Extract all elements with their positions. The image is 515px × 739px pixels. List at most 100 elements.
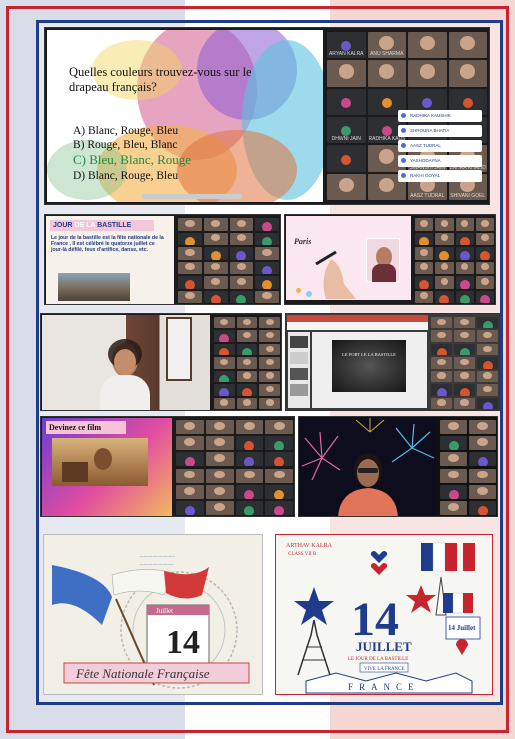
participant-tile[interactable] xyxy=(178,290,202,303)
participant-tile[interactable] xyxy=(455,247,474,260)
participant-tile[interactable] xyxy=(255,290,279,303)
participant-tile[interactable] xyxy=(265,468,293,483)
participant-tile[interactable] xyxy=(178,218,202,231)
participant-tile[interactable] xyxy=(176,452,204,467)
participant-tile[interactable] xyxy=(415,276,434,289)
participant-tile[interactable] xyxy=(205,436,234,451)
participant-tile[interactable]: ARYAN KALRA xyxy=(327,32,366,59)
participant-tile[interactable] xyxy=(454,317,475,329)
participant-item[interactable]: RAKHI GOYAL xyxy=(398,170,482,182)
participant-tile[interactable] xyxy=(477,370,498,383)
participant-tile[interactable] xyxy=(203,247,228,260)
participant-tile[interactable] xyxy=(203,218,228,231)
participant-tile[interactable] xyxy=(415,218,434,231)
participant-tile[interactable] xyxy=(265,420,293,435)
participant-tile[interactable] xyxy=(454,384,475,396)
participant-tile[interactable] xyxy=(475,290,494,303)
participant-tile[interactable] xyxy=(265,436,293,451)
participant-tile[interactable] xyxy=(455,261,474,274)
participant-tile[interactable] xyxy=(205,500,234,515)
participant-tile[interactable]: ANU SHARMA xyxy=(367,32,406,59)
participant-tile[interactable] xyxy=(448,32,487,59)
participant-tile[interactable] xyxy=(205,452,234,467)
participant-tile[interactable] xyxy=(477,317,498,329)
participant-tile[interactable] xyxy=(469,500,496,515)
participant-tile[interactable] xyxy=(214,357,235,369)
participant-tile[interactable] xyxy=(229,276,254,289)
participant-tile[interactable] xyxy=(178,276,202,289)
participant-tile[interactable] xyxy=(203,276,228,289)
participant-tile[interactable] xyxy=(265,484,293,499)
participant-tile[interactable] xyxy=(475,276,494,289)
participant-tile[interactable] xyxy=(236,357,258,369)
participant-tile[interactable] xyxy=(469,484,496,499)
participant-tile[interactable] xyxy=(176,500,204,515)
participant-tile[interactable] xyxy=(235,484,264,499)
participant-tile[interactable] xyxy=(205,484,234,499)
participant-tile[interactable] xyxy=(454,357,475,369)
participant-tile[interactable] xyxy=(431,397,452,409)
participant-tile[interactable] xyxy=(435,218,454,231)
participant-tile[interactable] xyxy=(203,290,228,303)
participant-tile[interactable] xyxy=(408,60,447,87)
participant-tile[interactable] xyxy=(178,261,202,274)
participant-tile[interactable] xyxy=(203,261,228,274)
participant-tile[interactable] xyxy=(214,317,235,329)
participant-tile[interactable] xyxy=(454,370,475,383)
participant-tile[interactable] xyxy=(477,397,498,409)
ppt-ribbon[interactable] xyxy=(287,315,428,322)
participant-tile[interactable] xyxy=(259,317,280,329)
participant-tile[interactable] xyxy=(477,343,498,356)
participant-tile[interactable] xyxy=(415,290,434,303)
participant-tile[interactable] xyxy=(327,60,366,87)
participant-tile[interactable] xyxy=(477,330,498,342)
participant-tile[interactable] xyxy=(431,357,452,369)
participant-tile[interactable] xyxy=(229,261,254,274)
slide-toolbar[interactable] xyxy=(142,194,242,199)
participant-tile[interactable] xyxy=(435,247,454,260)
participant-tile[interactable] xyxy=(415,232,434,245)
participant-tile[interactable] xyxy=(435,276,454,289)
participant-tile[interactable] xyxy=(235,500,264,515)
participant-tile[interactable] xyxy=(440,500,467,515)
participant-tile[interactable] xyxy=(448,60,487,87)
participant-tile[interactable] xyxy=(236,370,258,383)
participant-tile[interactable] xyxy=(176,468,204,483)
participant-tile[interactable] xyxy=(415,247,434,260)
participant-tile[interactable] xyxy=(327,145,366,172)
participant-tile[interactable] xyxy=(477,384,498,396)
participant-tile[interactable] xyxy=(205,420,234,435)
participant-tile[interactable] xyxy=(469,468,496,483)
participant-tile[interactable] xyxy=(255,276,279,289)
participant-tile[interactable] xyxy=(440,484,467,499)
participant-tile[interactable] xyxy=(229,290,254,303)
participant-tile[interactable] xyxy=(440,452,467,467)
participant-item[interactable]: SHROUNA BHATIA xyxy=(398,125,482,137)
participant-tile[interactable] xyxy=(236,384,258,396)
participant-tile[interactable] xyxy=(255,232,279,245)
participant-item[interactable]: YASHODAYNA xyxy=(398,155,482,167)
participant-tile[interactable] xyxy=(236,330,258,342)
participant-tile[interactable] xyxy=(176,420,204,435)
participant-tile[interactable] xyxy=(255,261,279,274)
participant-tile[interactable] xyxy=(454,343,475,356)
participant-tile[interactable] xyxy=(214,343,235,356)
participant-tile[interactable] xyxy=(229,218,254,231)
participant-tile[interactable] xyxy=(265,452,293,467)
participant-tile[interactable] xyxy=(255,247,279,260)
participant-tile[interactable] xyxy=(415,261,434,274)
participant-tile[interactable] xyxy=(455,290,474,303)
participant-tile[interactable] xyxy=(435,232,454,245)
participant-tile[interactable] xyxy=(178,247,202,260)
participant-tile[interactable] xyxy=(475,261,494,274)
participant-tile[interactable] xyxy=(178,232,202,245)
participant-tile[interactable] xyxy=(229,247,254,260)
participant-tile[interactable] xyxy=(455,276,474,289)
participant-tile[interactable] xyxy=(431,370,452,383)
participant-tile[interactable] xyxy=(236,343,258,356)
participant-tile[interactable] xyxy=(455,232,474,245)
participant-tile[interactable] xyxy=(477,357,498,369)
participant-tile[interactable] xyxy=(440,420,467,435)
participant-tile[interactable] xyxy=(431,384,452,396)
participant-tile[interactable] xyxy=(431,330,452,342)
